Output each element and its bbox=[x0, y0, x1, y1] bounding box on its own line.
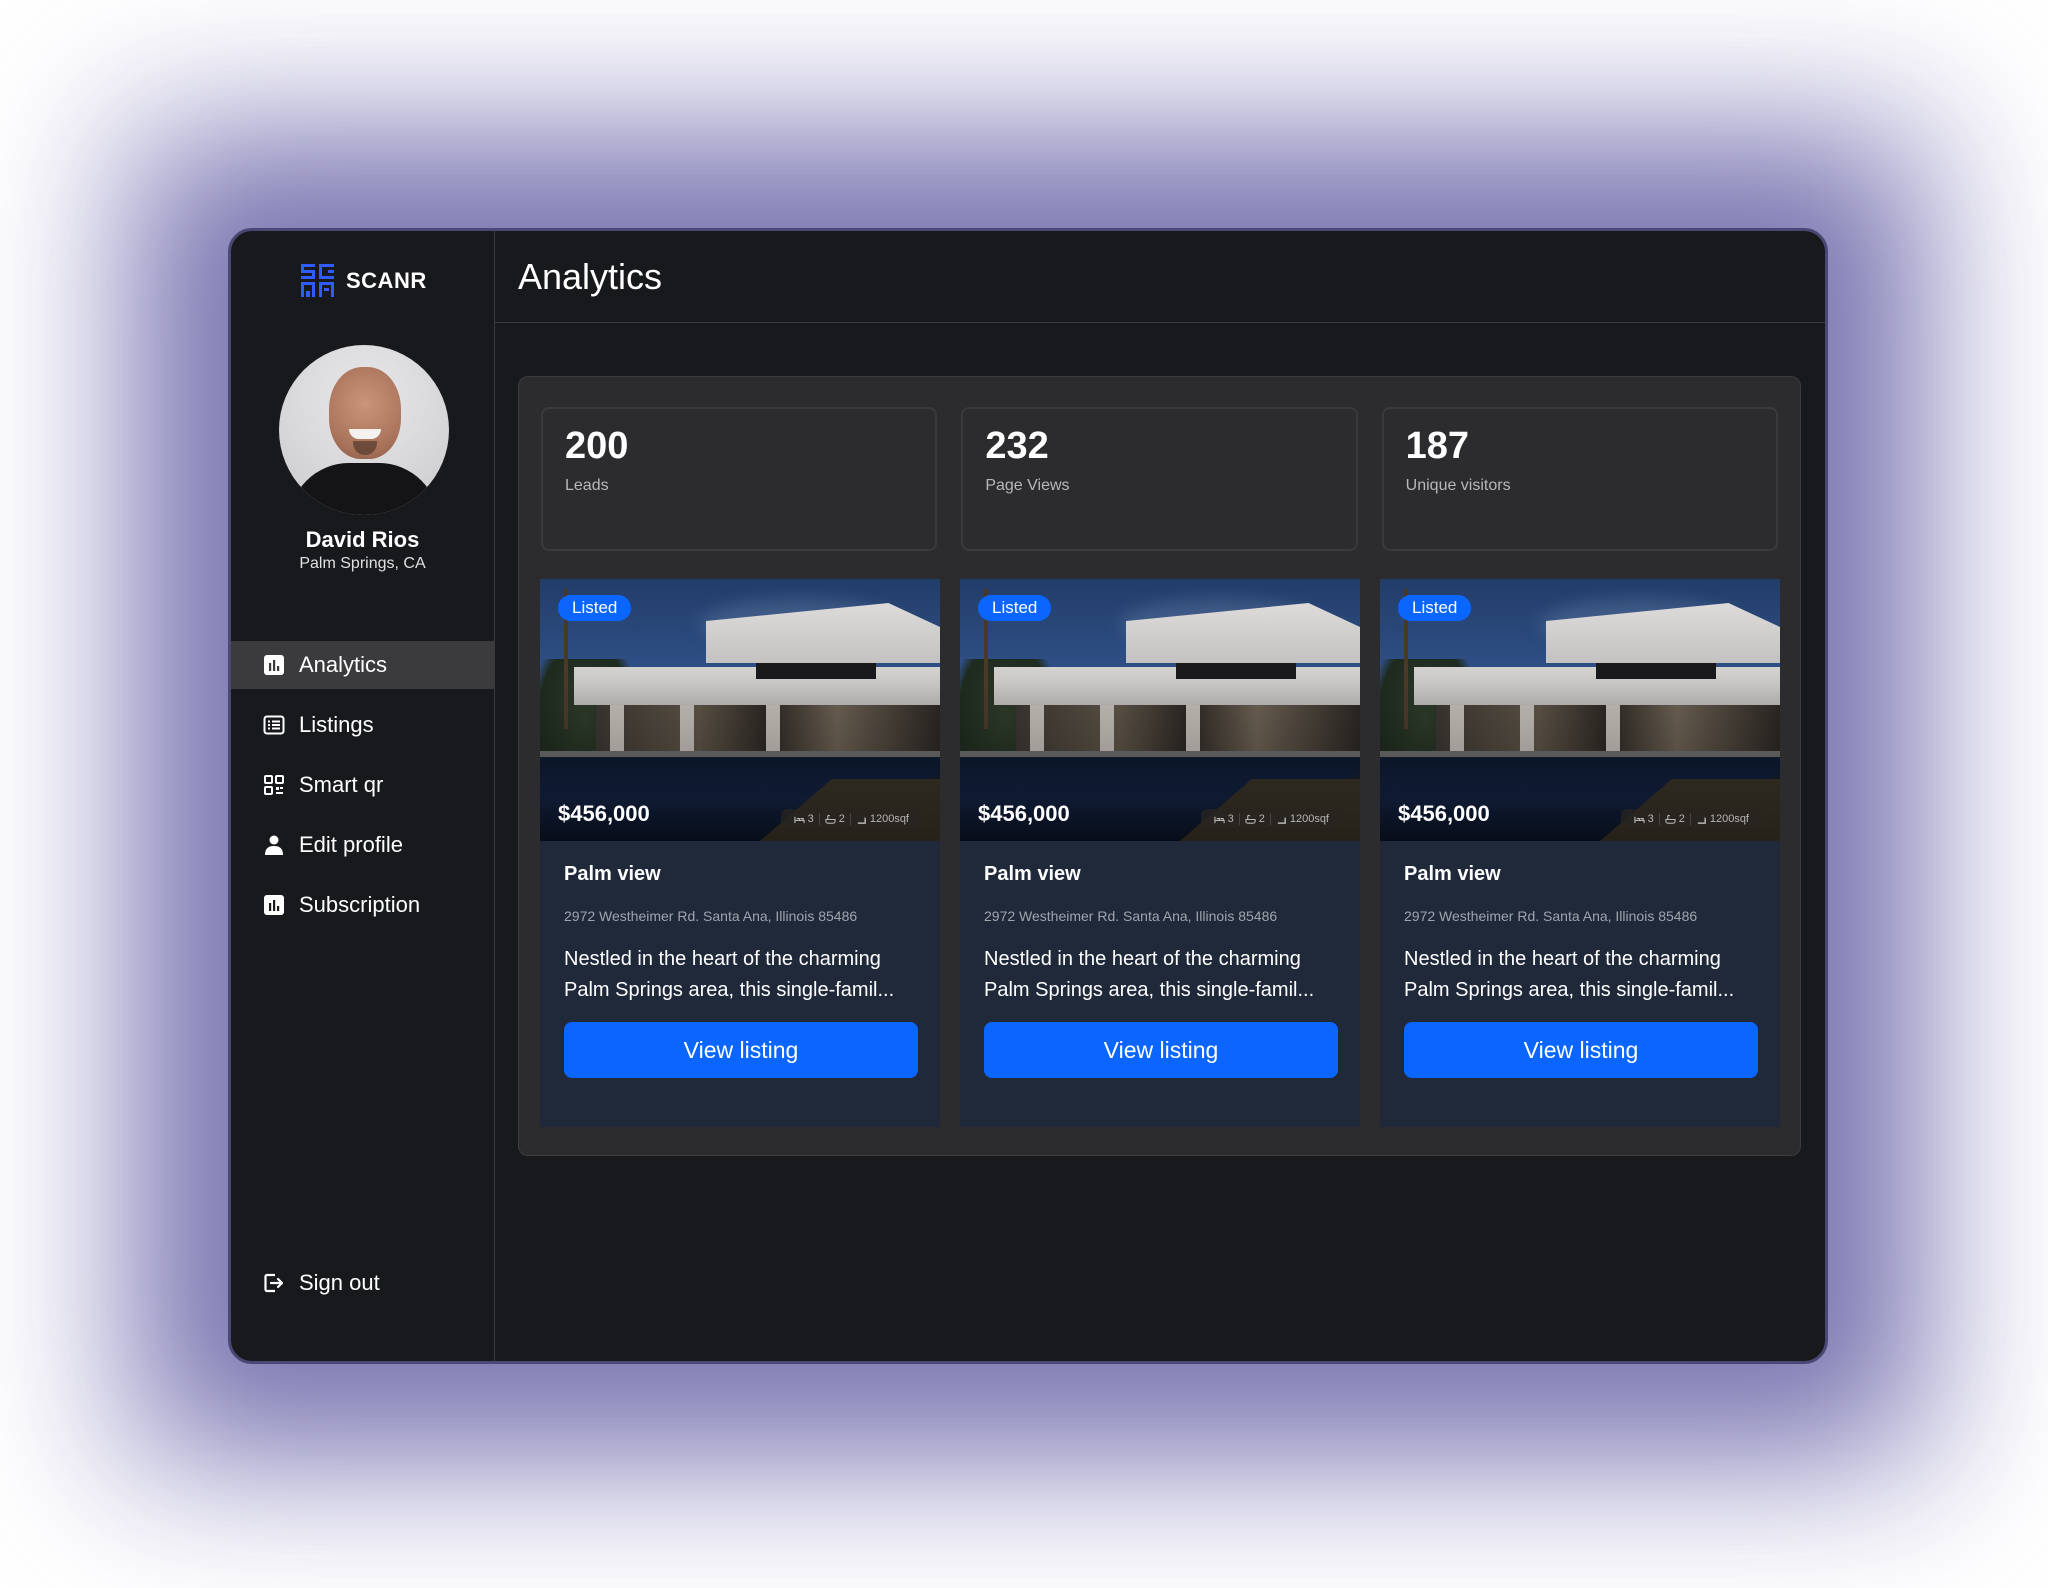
listing-body: Palm view 2972 Westheimer Rd. Santa Ana,… bbox=[960, 841, 1360, 1078]
bar-chart-icon bbox=[264, 895, 284, 915]
sidebar-item-analytics[interactable]: Analytics bbox=[231, 641, 494, 689]
sign-out-button[interactable]: Sign out bbox=[231, 1259, 494, 1307]
area-icon bbox=[1697, 817, 1706, 824]
beds-spec: 3 bbox=[1209, 813, 1239, 825]
bar-chart-icon bbox=[264, 655, 284, 675]
sidebar-item-label: Listings bbox=[299, 712, 374, 737]
area-icon bbox=[1277, 817, 1286, 824]
bed-icon bbox=[793, 816, 805, 823]
area-spec: 1200sqf bbox=[849, 813, 914, 825]
listing-address: 2972 Westheimer Rd. Santa Ana, Illinois … bbox=[1404, 908, 1698, 924]
sidebar-item-subscription[interactable]: Subscription bbox=[231, 881, 494, 929]
view-listing-button[interactable]: View listing bbox=[984, 1022, 1338, 1078]
listing-description: Nestled in the heart of the charming Pal… bbox=[564, 948, 895, 1001]
status-badge: Listed bbox=[1398, 595, 1472, 621]
avatar[interactable] bbox=[279, 345, 449, 515]
stat-card-unique-visitors: 187 Unique visitors bbox=[1381, 407, 1778, 551]
bathtub-icon bbox=[825, 814, 836, 824]
sign-out-section: Sign out bbox=[231, 1259, 494, 1319]
sidebar-item-label: Analytics bbox=[299, 652, 388, 677]
stat-card-page-views: 232 Page Views bbox=[961, 407, 1358, 551]
status-badge: Listed bbox=[558, 595, 632, 621]
brand[interactable]: SCANR bbox=[301, 264, 427, 297]
stats-row: 200 Leads 232 Page Views 187 Unique visi… bbox=[541, 407, 1778, 551]
stat-value: 187 bbox=[1405, 425, 1470, 467]
listing-photo[interactable]: Listed $456,000 3 2 1200sqf bbox=[1380, 579, 1780, 841]
listing-specs: 3 2 1200sqf bbox=[1200, 809, 1342, 829]
stat-label: Leads bbox=[565, 477, 609, 494]
brand-name: SCANR bbox=[346, 267, 427, 293]
sidebar-item-smart-qr[interactable]: Smart qr bbox=[231, 761, 494, 809]
beds-spec: 3 bbox=[1629, 813, 1659, 825]
sidebar-item-edit-profile[interactable]: Edit profile bbox=[231, 821, 494, 869]
bathtub-icon bbox=[1245, 814, 1256, 824]
listing-description: Nestled in the heart of the charming Pal… bbox=[1404, 948, 1735, 1001]
sidebar-item-label: Subscription bbox=[299, 892, 421, 917]
listing-title: Palm view bbox=[1404, 863, 1501, 885]
area-spec: 1200sqf bbox=[1269, 813, 1334, 825]
baths-spec: 2 bbox=[818, 813, 850, 825]
sign-out-icon bbox=[264, 1273, 284, 1293]
listing-body: Palm view 2972 Westheimer Rd. Santa Ana,… bbox=[1380, 841, 1780, 1078]
app-window: SCANR David Rios Palm Springs, CA Analyt… bbox=[228, 228, 1828, 1364]
listing-title: Palm view bbox=[984, 863, 1081, 885]
profile-name: David Rios bbox=[305, 527, 420, 552]
bed-icon bbox=[1213, 816, 1225, 823]
stat-value: 200 bbox=[565, 425, 629, 467]
view-listing-button[interactable]: View listing bbox=[564, 1022, 918, 1078]
page-title: Analytics bbox=[518, 255, 663, 297]
user-icon bbox=[265, 835, 283, 855]
listing-price: $456,000 bbox=[1398, 801, 1490, 826]
sidebar-item-label: Edit profile bbox=[299, 832, 403, 857]
listing-specs: 3 2 1200sqf bbox=[780, 809, 922, 829]
bathtub-icon bbox=[1665, 814, 1676, 824]
view-listing-button[interactable]: View listing bbox=[1404, 1022, 1758, 1078]
listing-body: Palm view 2972 Westheimer Rd. Santa Ana,… bbox=[540, 841, 940, 1078]
sidebar-item-label: Smart qr bbox=[299, 772, 384, 797]
listing-description: Nestled in the heart of the charming Pal… bbox=[984, 948, 1315, 1001]
baths-spec: 2 bbox=[1658, 813, 1690, 825]
sidebar-nav: Analytics Listings Smart qr Edit profile… bbox=[231, 641, 494, 941]
scanr-logo-icon bbox=[301, 264, 334, 297]
listing-price: $456,000 bbox=[978, 801, 1070, 826]
listing-title: Palm view bbox=[564, 863, 661, 885]
sign-out-label: Sign out bbox=[299, 1270, 380, 1295]
analytics-panel: 200 Leads 232 Page Views 187 Unique visi… bbox=[518, 376, 1801, 1156]
stat-card-leads: 200 Leads bbox=[541, 407, 938, 551]
listing-specs: 3 2 1200sqf bbox=[1620, 809, 1762, 829]
sidebar-item-listings[interactable]: Listings bbox=[231, 701, 494, 749]
listing-card: Listed $456,000 3 2 1200sqf Palm view 29… bbox=[960, 579, 1360, 1127]
list-icon bbox=[263, 715, 285, 735]
stat-label: Page Views bbox=[985, 477, 1070, 494]
listing-photo[interactable]: Listed $456,000 3 2 1200sqf bbox=[960, 579, 1360, 841]
profile-location: Palm Springs, CA bbox=[299, 555, 426, 572]
area-spec: 1200sqf bbox=[1689, 813, 1754, 825]
status-badge: Listed bbox=[978, 595, 1052, 621]
listing-price: $456,000 bbox=[558, 801, 650, 826]
listings-row: Listed $456,000 3 2 1200sqf Palm view 29… bbox=[540, 579, 1780, 1127]
listing-address: 2972 Westheimer Rd. Santa Ana, Illinois … bbox=[564, 908, 858, 924]
sidebar: SCANR David Rios Palm Springs, CA Analyt… bbox=[231, 231, 495, 1361]
listing-card: Listed $456,000 3 2 1200sqf Palm view 29… bbox=[540, 579, 940, 1127]
baths-spec: 2 bbox=[1238, 813, 1270, 825]
stat-label: Unique visitors bbox=[1405, 477, 1511, 494]
stat-value: 232 bbox=[985, 425, 1049, 467]
qr-code-icon bbox=[264, 775, 284, 795]
bed-icon bbox=[1633, 816, 1645, 823]
listing-address: 2972 Westheimer Rd. Santa Ana, Illinois … bbox=[984, 908, 1278, 924]
listing-card: Listed $456,000 3 2 1200sqf Palm view 29… bbox=[1380, 579, 1780, 1127]
listing-photo[interactable]: Listed $456,000 3 2 1200sqf bbox=[540, 579, 940, 841]
page-header: Analytics bbox=[495, 231, 1825, 323]
beds-spec: 3 bbox=[789, 813, 819, 825]
main-content: Analytics 200 Leads 232 Page Views 187 U… bbox=[495, 231, 1825, 1361]
area-icon bbox=[857, 817, 866, 824]
